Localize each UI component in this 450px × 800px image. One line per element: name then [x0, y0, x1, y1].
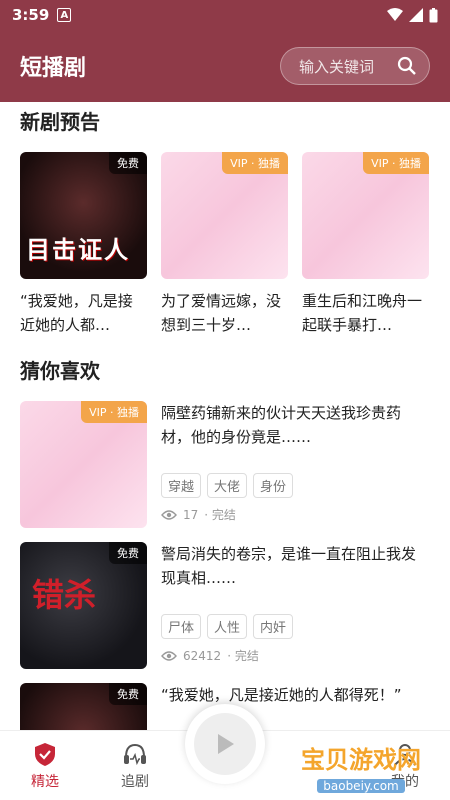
list-item-desc: 隔壁药铺新来的伙计天天送我珍贵药材，他的身份竟是……	[161, 404, 402, 446]
list-item[interactable]: 免费 错杀 警局消失的卷宗，是谁一直在阻止我发现真相…… 尸体 人性 内奸 62…	[0, 542, 450, 669]
cover-image: VIP · 独播	[161, 152, 288, 279]
preview-card-text: “我爱她，凡是接近她的人都…	[20, 292, 133, 334]
watermark-url: baobeiy.com	[317, 779, 405, 793]
preview-card[interactable]: 免费 目击证人 “我爱她，凡是接近她的人都…	[20, 152, 147, 337]
cover-title-text: 目击证人	[26, 236, 130, 264]
main-content: 新剧预告 免费 目击证人 “我爱她，凡是接近她的人都… VIP · 独播 为了爱…	[0, 102, 450, 730]
cover-image: VIP · 独播	[20, 401, 147, 528]
play-button[interactable]	[185, 704, 265, 784]
app-title: 短播剧	[20, 56, 87, 81]
view-count: 62412	[183, 648, 222, 663]
preview-card[interactable]: VIP · 独播 为了爱情远嫁，没想到三十岁…	[161, 152, 288, 337]
tag-list: 穿越 大佬 身份	[161, 473, 430, 498]
play-icon	[218, 734, 234, 754]
signal-icon	[409, 8, 423, 22]
status-bar: 3:59 A	[0, 0, 450, 30]
tag[interactable]: 穿越	[161, 473, 202, 498]
watermark-title: 宝贝游戏网	[301, 746, 421, 774]
battery-icon	[429, 7, 438, 22]
tag[interactable]: 身份	[253, 473, 294, 498]
search-input[interactable]: 输入关键词	[280, 47, 430, 85]
preview-row: 免费 目击证人 “我爱她，凡是接近她的人都… VIP · 独播 为了爱情远嫁，没…	[0, 138, 450, 337]
play-button-inner	[194, 713, 256, 775]
tag-list: 尸体 人性 内奸	[161, 614, 430, 639]
free-badge: 免费	[109, 152, 147, 174]
nav-item-featured[interactable]: 精选	[0, 741, 90, 791]
list-item-meta: 17 · 完结	[161, 506, 430, 523]
cover-title-text: 错杀	[32, 576, 97, 614]
vip-badge: VIP · 独播	[363, 152, 429, 174]
preview-card[interactable]: VIP · 独播 重生后和江晚舟一起联手暴打…	[302, 152, 429, 337]
section-title-recommend: 猜你喜欢	[20, 359, 100, 383]
wifi-icon	[387, 8, 403, 21]
nav-label-following: 追剧	[121, 773, 149, 790]
list-item-desc: 警局消失的卷宗，是谁一直在阻止我发现真相……	[161, 545, 417, 587]
tag[interactable]: 内奸	[253, 614, 294, 639]
nav-label-featured: 精选	[31, 773, 59, 790]
notification-a-icon: A	[57, 8, 72, 22]
status-label: · 完结	[204, 508, 236, 522]
status-time: 3:59	[12, 6, 50, 24]
vip-badge: VIP · 独播	[81, 401, 147, 423]
section-title-preview: 新剧预告	[20, 110, 100, 134]
list-item-meta: 62412 · 完结	[161, 647, 430, 664]
list-item-info: 隔壁药铺新来的伙计天天送我珍贵药材，他的身份竟是…… 穿越 大佬 身份 17 ·…	[161, 401, 430, 528]
eye-icon	[161, 509, 177, 520]
search-icon[interactable]	[397, 56, 417, 76]
free-badge: 免费	[109, 542, 147, 564]
vip-badge: VIP · 独播	[222, 152, 288, 174]
cover-image: 免费 目击证人	[20, 152, 147, 279]
list-item[interactable]: VIP · 独播 隔壁药铺新来的伙计天天送我珍贵药材，他的身份竟是…… 穿越 大…	[0, 401, 450, 528]
eye-icon	[161, 650, 177, 661]
watermark-logo: 宝贝游戏网 baobeiy.com	[286, 740, 436, 794]
app-bar: 短播剧 输入关键词	[0, 30, 450, 102]
headphones-icon	[124, 743, 146, 765]
view-count: 17	[183, 507, 199, 522]
cover-image: 免费 错杀	[20, 542, 147, 669]
cover-image: 免费	[20, 683, 147, 730]
preview-card-text: 为了爱情远嫁，没想到三十岁…	[161, 292, 282, 334]
free-badge: 免费	[109, 683, 147, 705]
list-item-info: 警局消失的卷宗，是谁一直在阻止我发现真相…… 尸体 人性 内奸 62412 · …	[161, 542, 430, 669]
status-icons	[387, 7, 438, 23]
tag[interactable]: 尸体	[161, 614, 202, 639]
tag[interactable]: 大佬	[207, 473, 248, 498]
nav-item-following[interactable]: 追剧	[90, 741, 180, 791]
shield-check-icon	[35, 742, 55, 766]
tag[interactable]: 人性	[207, 614, 248, 639]
search-placeholder: 输入关键词	[299, 57, 375, 76]
cover-image: VIP · 独播	[302, 152, 429, 279]
preview-card-text: 重生后和江晚舟一起联手暴打…	[302, 292, 423, 334]
status-label: · 完结	[227, 649, 259, 663]
